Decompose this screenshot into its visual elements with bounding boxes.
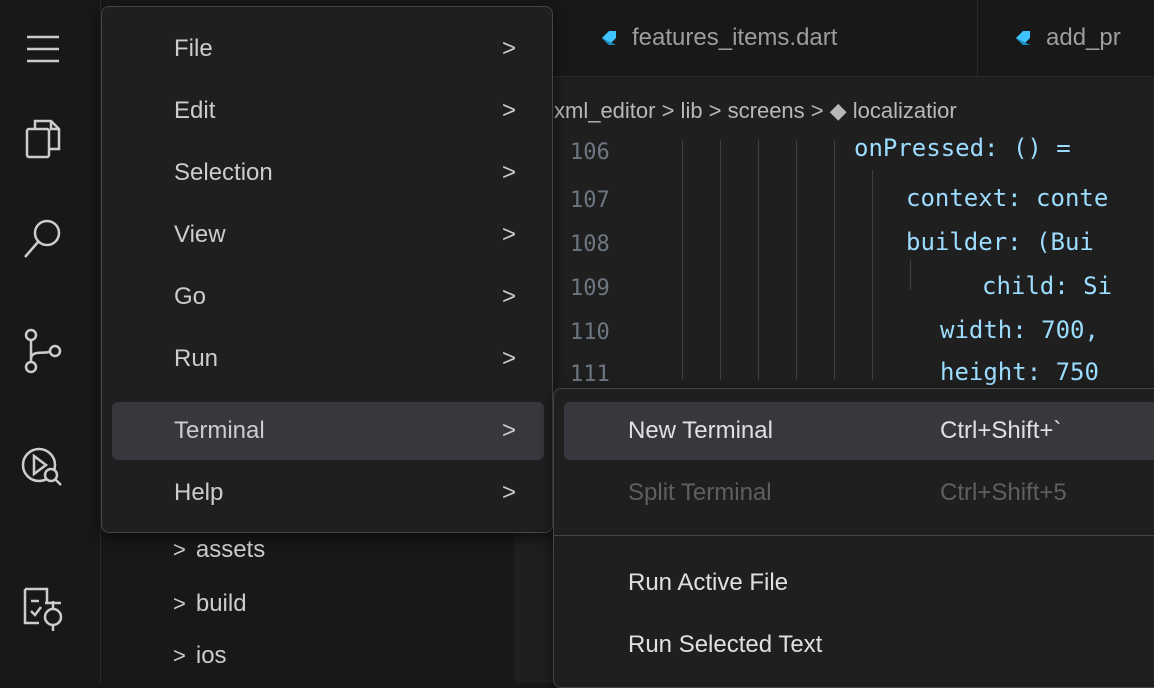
tree-item-label: ios [195, 642, 227, 669]
menu-item-view[interactable]: View > [112, 206, 544, 264]
menu-item-edit[interactable]: Edit > [112, 82, 544, 140]
submenu-item-run-active-file[interactable]: Run Active File [564, 554, 1154, 612]
submenu-item-split-terminal: Split Terminal Ctrl+Shift+5 [564, 464, 1154, 522]
code-line: 110 width: 700, [570, 316, 1099, 345]
terminal-submenu: New Terminal Ctrl+Shift+` Split Terminal… [553, 388, 1154, 688]
code-line: 106 onPressed: () = [570, 134, 1071, 165]
explorer-icon[interactable] [14, 110, 72, 168]
chevron-right-icon: > [501, 345, 516, 372]
chevron-right-icon: > [173, 643, 186, 668]
keyboard-shortcut: Ctrl+Shift+` [940, 417, 1062, 444]
chevron-right-icon: > [501, 35, 516, 62]
chevron-right-icon: > [501, 417, 516, 444]
menu-item-selection[interactable]: Selection > [112, 144, 544, 202]
source-control-icon[interactable] [14, 322, 72, 380]
menu-separator [554, 535, 1154, 536]
tree-item-build[interactable]: > build [173, 584, 247, 624]
chevron-right-icon: > [501, 97, 516, 124]
search-icon[interactable] [14, 210, 72, 268]
tree-item-label: build [195, 590, 247, 617]
activity-bar [0, 0, 101, 683]
menu-item-terminal[interactable]: Terminal > [112, 402, 544, 460]
tree-item-assets[interactable]: > assets [173, 530, 265, 570]
editor-tabs: features_items.dart add_pr [514, 0, 1154, 77]
testing-icon[interactable] [14, 578, 72, 636]
dart-file-icon [1016, 31, 1030, 45]
menu-icon[interactable] [14, 20, 72, 78]
menu-item-go[interactable]: Go > [112, 268, 544, 326]
menu-item-run[interactable]: Run > [112, 330, 544, 388]
code-line: 108 builder: (Bui [570, 228, 1094, 257]
tab-features-items[interactable]: features_items.dart [514, 0, 978, 76]
keyboard-shortcut: Ctrl+Shift+5 [940, 479, 1067, 506]
tab-label: features_items.dart [632, 24, 838, 51]
breadcrumb[interactable]: xml_editor > lib > screens > ◆ localizat… [554, 98, 957, 124]
tree-item-ios[interactable]: > ios [173, 636, 227, 676]
tab-add-pr[interactable]: add_pr [978, 0, 1154, 76]
tab-label: add_pr [1046, 24, 1121, 51]
chevron-right-icon: > [501, 159, 516, 186]
tree-item-label: assets [195, 536, 266, 563]
chevron-right-icon: > [501, 283, 516, 310]
code-line: 107 context: conte [570, 184, 1109, 213]
application-menu: File > Edit > Selection > View > Go > Ru… [101, 6, 553, 533]
chevron-right-icon: > [173, 537, 186, 562]
menu-item-file[interactable]: File > [112, 20, 544, 78]
run-debug-icon[interactable] [14, 436, 72, 494]
code-line: 109 child: Si [570, 272, 1113, 301]
chevron-right-icon: > [173, 591, 186, 616]
chevron-right-icon: > [501, 479, 516, 506]
submenu-item-run-selected-text[interactable]: Run Selected Text [564, 616, 1154, 674]
dart-file-icon [602, 31, 616, 45]
submenu-item-new-terminal[interactable]: New Terminal Ctrl+Shift+` [564, 402, 1154, 460]
menu-item-help[interactable]: Help > [112, 464, 544, 522]
chevron-right-icon: > [501, 221, 516, 248]
